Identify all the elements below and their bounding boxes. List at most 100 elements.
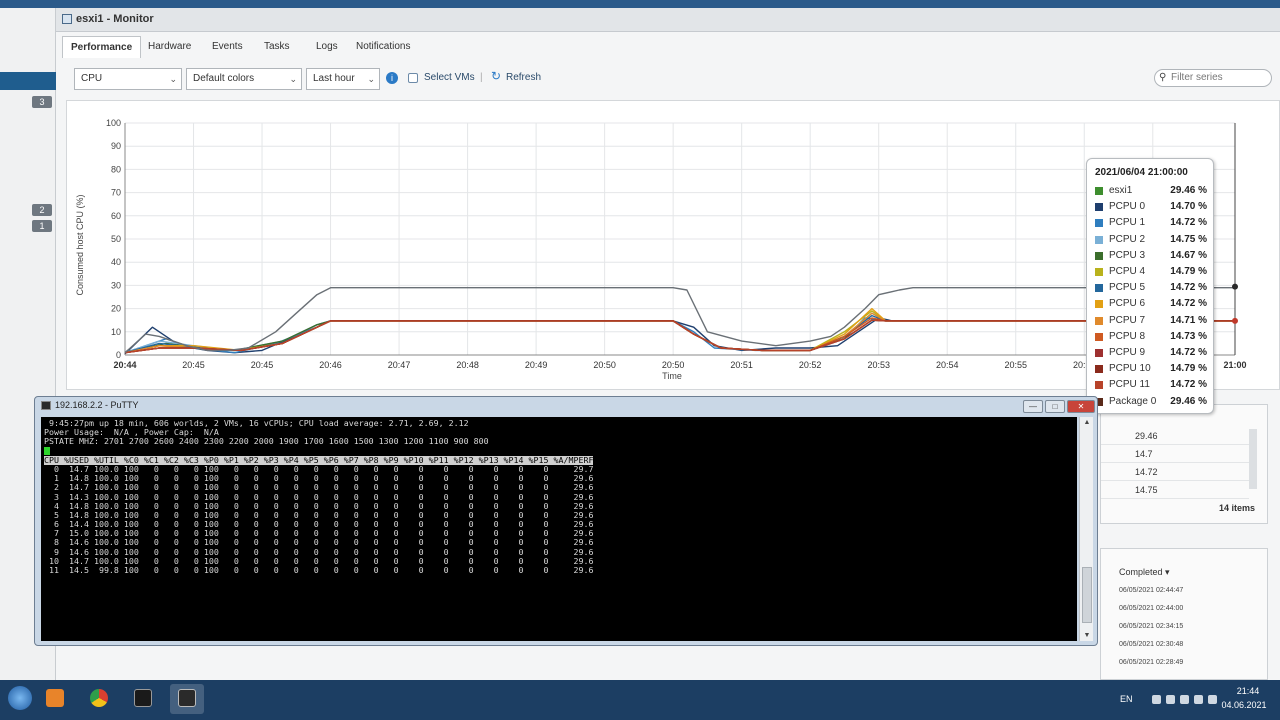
series-table-row[interactable]: 14.75 xyxy=(1101,481,1249,499)
scroll-thumb[interactable] xyxy=(1082,567,1092,623)
tab-logs[interactable]: Logs xyxy=(308,36,346,58)
tooltip-row: PCPU 10 14.79 % xyxy=(1095,361,1211,377)
x-tick-label: 20:44 xyxy=(113,360,136,370)
colors-select[interactable]: Default colors ⌄ xyxy=(186,68,302,90)
filter-series-input[interactable]: ⚲ Filter series xyxy=(1154,69,1272,87)
putty-scrollbar[interactable]: ▲ ▼ xyxy=(1079,417,1093,641)
language-indicator[interactable]: EN xyxy=(1120,694,1133,704)
tooltip-series-value: 14.79 % xyxy=(1170,363,1207,375)
tooltip-series-value: 14.72 % xyxy=(1170,347,1207,358)
start-button[interactable] xyxy=(4,684,38,714)
taskbar-media-player[interactable] xyxy=(38,684,72,714)
tooltip-row: PCPU 11 14.72 % xyxy=(1095,377,1211,393)
top-strip xyxy=(0,0,1280,8)
series-line-pcpu-0[interactable] xyxy=(124,317,1235,355)
series-line-pcpu-6[interactable] xyxy=(124,307,1235,354)
series-table-scrollbar[interactable] xyxy=(1249,429,1257,489)
tooltip-series-value: 14.72 % xyxy=(1170,282,1207,294)
task-completed-time: 06/05/2021 02:28:49 xyxy=(1119,659,1184,666)
series-color-swatch xyxy=(1095,219,1103,228)
task-completed-time: 06/05/2021 02:44:47 xyxy=(1119,587,1184,594)
terminal-cursor xyxy=(44,446,50,455)
tab-performance[interactable]: Performance xyxy=(62,36,142,58)
tooltip-series-value: 14.73 % xyxy=(1170,330,1207,342)
series-color-swatch xyxy=(1095,316,1103,325)
tooltip-row: PCPU 2 14.75 % xyxy=(1095,232,1211,248)
tooltip-series-value: 14.70 % xyxy=(1170,201,1207,213)
clock-date[interactable]: 04.06.2021 xyxy=(1216,700,1272,710)
filter-placeholder: Filter series xyxy=(1171,72,1223,83)
x-tick-label: 21:00 xyxy=(1223,360,1246,370)
putty-icon xyxy=(41,401,51,410)
tooltip-series-name: Package 0 xyxy=(1109,395,1157,407)
tooltip-timestamp: 2021/06/04 21:00:00 xyxy=(1095,167,1188,178)
tooltip-series-value: 14.67 % xyxy=(1170,249,1207,261)
clock-time[interactable]: 21:44 xyxy=(1226,686,1270,696)
putty-window: 192.168.2.2 - PuTTY — □ ✕ 9:45:27pm up 1… xyxy=(34,396,1098,646)
series-color-swatch xyxy=(1095,284,1103,293)
taskbar-putty[interactable] xyxy=(170,684,204,714)
metric-select-value: CPU xyxy=(81,73,103,84)
x-tick-label: 20:45 xyxy=(251,360,274,370)
refresh-button[interactable]: Refresh xyxy=(506,72,541,83)
scroll-down-arrow[interactable]: ▼ xyxy=(1080,632,1094,639)
refresh-icon[interactable]: ↻ xyxy=(490,70,502,82)
tab-events[interactable]: Events xyxy=(204,36,251,58)
volume-icon[interactable] xyxy=(1194,695,1203,704)
chevron-down-icon: ⌄ xyxy=(367,74,375,84)
series-color-swatch xyxy=(1095,203,1103,212)
tooltip-series-name: PCPU 11 xyxy=(1109,379,1150,391)
x-tick-label: 20:45 xyxy=(182,360,205,370)
show-hidden-icons[interactable] xyxy=(1152,695,1161,704)
tab-notifications[interactable]: Notifications xyxy=(348,36,418,58)
info-icon[interactable]: i xyxy=(386,72,398,84)
scroll-up-arrow[interactable]: ▲ xyxy=(1080,419,1094,426)
select-vms-button[interactable]: Select VMs xyxy=(424,72,475,83)
tasks-status-filter[interactable]: Completed ▾ xyxy=(1119,567,1170,578)
maximize-button[interactable]: □ xyxy=(1045,400,1065,413)
time-range-select[interactable]: Last hour ⌄ xyxy=(306,68,380,90)
x-tick-label: 20:54 xyxy=(936,360,959,370)
tooltip-row: PCPU 0 14.70 % xyxy=(1095,199,1211,215)
tooltip-row: PCPU 7 14.71 % xyxy=(1095,313,1211,329)
tooltip-row: PCPU 5 14.72 % xyxy=(1095,280,1211,296)
performance-toolbar: CPU ⌄ Default colors ⌄ Last hour ⌄ i Sel… xyxy=(66,66,1276,94)
search-icon: ⚲ xyxy=(1159,72,1167,83)
network-icon[interactable] xyxy=(1180,695,1189,704)
navigator-count-badge: 3 xyxy=(32,96,52,108)
tab-hardware[interactable]: Hardware xyxy=(140,36,199,58)
putty-title-bar[interactable]: 192.168.2.2 - PuTTY — □ ✕ xyxy=(35,397,1097,415)
tooltip-series-name: PCPU 4 xyxy=(1109,266,1146,277)
terminal-line: PSTATE MHZ: 2701 2700 2600 2400 2300 220… xyxy=(44,436,489,447)
series-line-pcpu-2[interactable] xyxy=(124,312,1235,354)
taskbar: EN 21:44 04.06.2021 xyxy=(0,680,1280,720)
host-icon xyxy=(62,14,72,24)
tooltip-series-value: 14.72 % xyxy=(1170,217,1207,229)
series-color-swatch xyxy=(1095,332,1103,341)
series-table-row[interactable]: 29.46 xyxy=(1101,427,1249,445)
tooltip-series-name: PCPU 8 xyxy=(1109,330,1146,342)
tab-tasks[interactable]: Tasks xyxy=(256,36,298,58)
series-color-swatch xyxy=(1095,300,1103,309)
window-title: esxi1 - Monitor xyxy=(76,13,154,25)
minimize-button[interactable]: — xyxy=(1023,400,1043,413)
action-center-icon[interactable] xyxy=(1166,695,1175,704)
y-tick-label: 70 xyxy=(111,188,121,198)
series-color-swatch xyxy=(1095,381,1103,390)
tooltip-row: PCPU 6 14.72 % xyxy=(1095,296,1211,312)
y-tick-label: 100 xyxy=(106,118,121,128)
close-button[interactable]: ✕ xyxy=(1067,400,1095,413)
taskbar-chrome[interactable] xyxy=(82,684,116,714)
navigator-selected-bar[interactable] xyxy=(0,72,56,90)
y-tick-label: 40 xyxy=(111,257,121,267)
metric-select[interactable]: CPU ⌄ xyxy=(74,68,182,90)
tooltip-series-value: 14.79 % xyxy=(1170,266,1207,277)
x-tick-label: 20:55 xyxy=(1004,360,1027,370)
series-table-row[interactable]: 14.72 xyxy=(1101,463,1249,481)
chrome-icon xyxy=(90,689,108,707)
putty-terminal[interactable]: 9:45:27pm up 18 min, 606 worlds, 2 VMs, … xyxy=(41,417,1077,641)
series-table-row[interactable]: 14.7 xyxy=(1101,445,1249,463)
series-line-pcpu-7[interactable] xyxy=(124,312,1235,354)
taskbar-terminal[interactable] xyxy=(126,684,160,714)
tooltip-row: PCPU 1 14.72 % xyxy=(1095,215,1211,231)
